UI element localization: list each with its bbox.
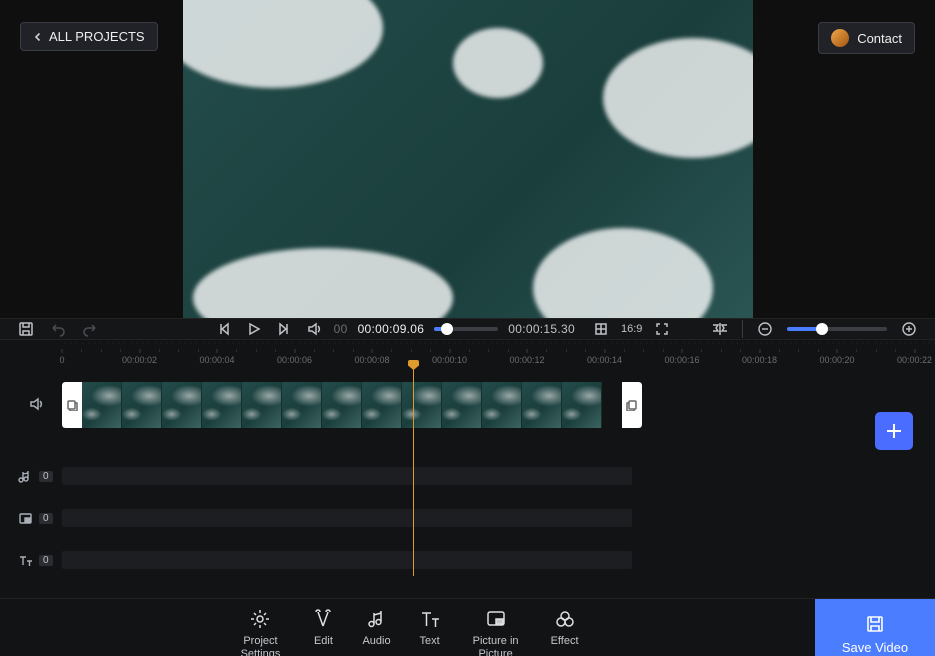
- video-clip[interactable]: 00:00:15 100%: [62, 382, 642, 428]
- contact-button[interactable]: Contact: [818, 22, 915, 54]
- crop-icon[interactable]: [591, 319, 611, 339]
- all-projects-label: ALL PROJECTS: [49, 29, 145, 44]
- save-icon[interactable]: [16, 319, 36, 339]
- audio-track[interactable]: 0: [62, 462, 873, 490]
- fit-screen-icon[interactable]: [710, 319, 730, 339]
- ruler-tick: 00:00:18: [742, 349, 777, 365]
- audio-track-label: 0: [18, 469, 53, 484]
- ruler-tick: 00:00:12: [509, 349, 544, 365]
- ruler-tick: 00:00:06: [277, 349, 312, 365]
- ruler-tick: 0: [59, 349, 64, 365]
- pip-button[interactable]: Picture in Picture: [469, 608, 523, 656]
- ruler-tick: 00:00:02: [122, 349, 157, 365]
- next-frame-icon[interactable]: [274, 319, 294, 339]
- divider: [742, 320, 743, 338]
- prev-frame-icon[interactable]: [214, 319, 234, 339]
- time-prefix: 00: [334, 322, 348, 336]
- timeline-ruler[interactable]: 0 00:00:02 00:00:04 00:00:06 00:00:08 00:00:1…: [62, 346, 935, 366]
- contact-label: Contact: [857, 31, 902, 46]
- volume-icon[interactable]: [304, 319, 324, 339]
- text-button[interactable]: Text: [419, 608, 441, 656]
- timeline: 0 00:00:02 00:00:04 00:00:06 00:00:08 00:00:1…: [0, 340, 935, 598]
- save-video-button[interactable]: Save Video: [815, 599, 935, 656]
- video-track-mute-icon[interactable]: [28, 396, 44, 417]
- clip-thumbnails: [82, 382, 602, 428]
- clip-handle-left[interactable]: [62, 382, 82, 428]
- seek-slider[interactable]: [434, 327, 498, 331]
- playhead[interactable]: [413, 362, 414, 576]
- bottom-toolbar: Project Settings Edit Audio Text Picture…: [0, 598, 935, 656]
- aspect-ratio[interactable]: 16:9: [621, 323, 642, 335]
- ruler-tick: 00:00:22: [897, 349, 932, 365]
- ruler-tick: 00:00:04: [199, 349, 234, 365]
- ruler-tick: 00:00:14: [587, 349, 622, 365]
- ruler-tick: 00:00:10: [432, 349, 467, 365]
- fullscreen-icon[interactable]: [652, 319, 672, 339]
- edit-button[interactable]: Edit: [312, 608, 334, 656]
- undo-icon[interactable]: [48, 319, 68, 339]
- text-track-label: 0: [18, 553, 53, 568]
- ruler-tick: 00:00:08: [354, 349, 389, 365]
- ruler-tick: 00:00:20: [819, 349, 854, 365]
- project-settings-button[interactable]: Project Settings: [236, 608, 284, 656]
- pip-track-label: 0: [18, 511, 53, 526]
- video-track[interactable]: 00:00:15 100%: [62, 382, 935, 428]
- chevron-left-icon: [33, 32, 43, 42]
- total-time: 00:00:15.30: [508, 322, 575, 336]
- play-icon[interactable]: [244, 319, 264, 339]
- redo-icon[interactable]: [80, 319, 100, 339]
- effect-button[interactable]: Effect: [551, 608, 579, 656]
- playback-bar: 00 00:00:09.06 00:00:15.30 16:9: [0, 318, 935, 340]
- current-time: 00:00:09.06: [358, 322, 425, 336]
- text-track[interactable]: 0: [62, 546, 873, 574]
- clip-handle-right[interactable]: [622, 382, 642, 428]
- contact-avatar-icon: [831, 29, 849, 47]
- zoom-out-icon[interactable]: [755, 319, 775, 339]
- audio-button[interactable]: Audio: [362, 608, 390, 656]
- ruler-tick: 00:00:16: [664, 349, 699, 365]
- pip-track[interactable]: 0: [62, 504, 873, 532]
- zoom-in-icon[interactable]: [899, 319, 919, 339]
- all-projects-button[interactable]: ALL PROJECTS: [20, 22, 158, 51]
- header-bar: ALL PROJECTS Contact: [0, 0, 935, 54]
- zoom-slider[interactable]: [787, 327, 887, 331]
